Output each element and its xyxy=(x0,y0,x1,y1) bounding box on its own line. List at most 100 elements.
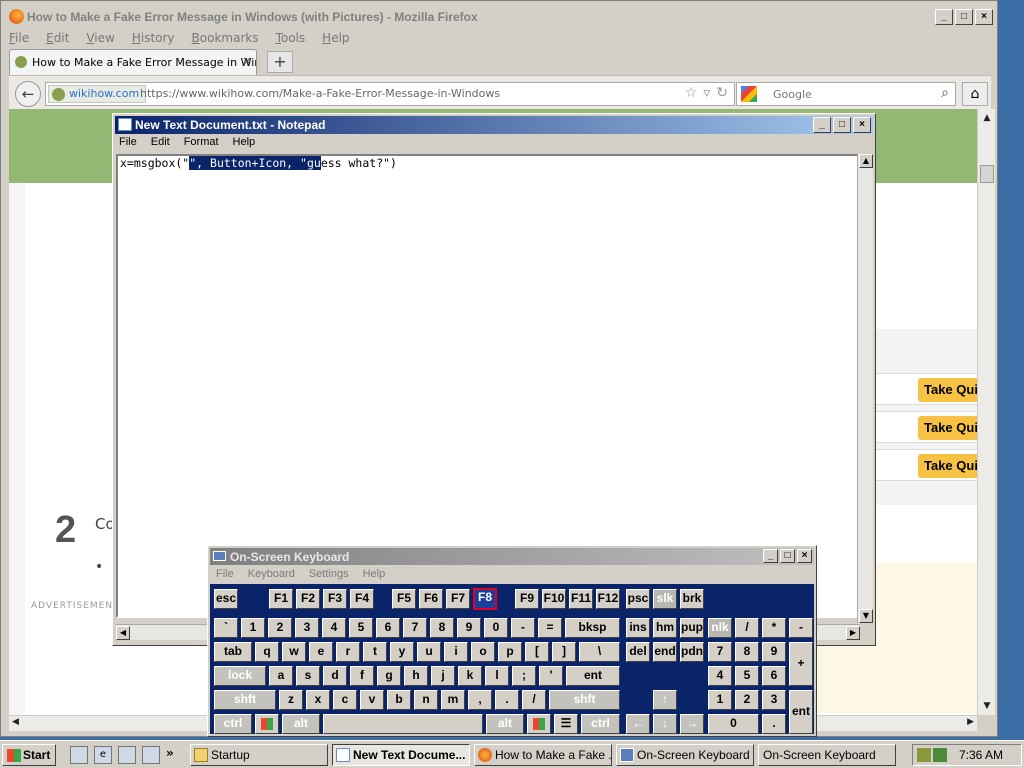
key-n[interactable]: n xyxy=(414,690,438,710)
minimize-icon[interactable]: _ xyxy=(763,549,778,563)
key-numpad-0[interactable]: 0 xyxy=(708,714,759,734)
key-7[interactable]: 7 xyxy=(403,618,427,638)
key-numpad-add[interactable]: + xyxy=(789,642,813,686)
key-b[interactable]: b xyxy=(387,690,411,710)
key-p[interactable]: p xyxy=(498,642,522,662)
key-f3[interactable]: F3 xyxy=(323,589,347,609)
minimize-icon[interactable]: _ xyxy=(813,117,831,133)
scroll-thumb[interactable] xyxy=(980,165,994,183)
scroll-up-icon[interactable]: ▲ xyxy=(859,154,873,168)
key-numpad-2[interactable]: 2 xyxy=(735,690,759,710)
menu-view[interactable]: View xyxy=(86,31,114,47)
key-minus[interactable]: - xyxy=(511,618,535,638)
key-slk[interactable]: slk xyxy=(653,589,677,609)
key-numpad-decimal[interactable]: . xyxy=(762,714,786,734)
quick-launch-more-icon[interactable]: » xyxy=(166,746,174,764)
key-psc[interactable]: psc xyxy=(626,589,650,609)
key-left-alt[interactable]: alt xyxy=(282,714,320,734)
key-up-arrow[interactable]: ↑ xyxy=(653,690,677,710)
key-q[interactable]: q xyxy=(255,642,279,662)
close-icon[interactable]: × xyxy=(853,117,871,133)
explorer-icon[interactable] xyxy=(118,746,136,764)
key-right-ctrl[interactable]: ctrl xyxy=(581,714,620,734)
page-vertical-scrollbar[interactable]: ▲ ▼ xyxy=(977,109,995,715)
url-text[interactable]: https://www.wikihow.com/Make-a-Fake-Erro… xyxy=(140,87,500,100)
menu-edit[interactable]: Edit xyxy=(151,136,170,148)
notepad-vertical-scrollbar[interactable]: ▲ ▼ xyxy=(857,154,873,623)
scroll-left-icon[interactable]: ◀ xyxy=(12,717,19,727)
key-brk[interactable]: brk xyxy=(680,589,704,609)
key-a[interactable]: a xyxy=(269,666,293,686)
scroll-down-icon[interactable]: ▼ xyxy=(980,699,994,713)
key-left-arrow[interactable]: ← xyxy=(626,714,650,734)
key-insert[interactable]: ins xyxy=(626,618,650,638)
key-m[interactable]: m xyxy=(441,690,465,710)
key-f10[interactable]: F10 xyxy=(542,589,566,609)
key-numpad-multiply[interactable]: * xyxy=(762,618,786,638)
key-left-bracket[interactable]: [ xyxy=(525,642,549,662)
key-numpad-5[interactable]: 5 xyxy=(735,666,759,686)
key-f1[interactable]: F1 xyxy=(269,589,293,609)
scroll-right-icon[interactable]: ▶ xyxy=(846,626,860,640)
menu-help[interactable]: Help xyxy=(233,136,256,148)
key-space[interactable] xyxy=(323,714,483,734)
url-bar[interactable]: wikihow.com https://www.wikihow.com/Make… xyxy=(45,82,735,106)
key-t[interactable]: t xyxy=(363,642,387,662)
key-x[interactable]: x xyxy=(306,690,330,710)
tab-close-icon[interactable]: × xyxy=(242,54,252,68)
take-quiz-button[interactable]: Take Quiz xyxy=(918,378,977,402)
key-right-alt[interactable]: alt xyxy=(486,714,524,734)
scroll-up-icon[interactable]: ▲ xyxy=(980,111,994,125)
search-icon[interactable] xyxy=(142,746,160,764)
menu-help[interactable]: Help xyxy=(322,31,349,47)
key-f4[interactable]: F4 xyxy=(350,589,374,609)
key-l[interactable]: l xyxy=(485,666,509,686)
menu-help[interactable]: Help xyxy=(363,568,386,580)
key-o[interactable]: o xyxy=(471,642,495,662)
key-numpad-8[interactable]: 8 xyxy=(735,642,759,662)
key-z[interactable]: z xyxy=(279,690,303,710)
key-left-ctrl[interactable]: ctrl xyxy=(214,714,252,734)
key-esc[interactable]: esc xyxy=(214,589,238,609)
search-bar[interactable]: Google ⌕ xyxy=(736,82,956,106)
taskbar-button-osk-2[interactable]: On-Screen Keyboard xyxy=(758,744,896,766)
key-end[interactable]: end xyxy=(653,642,677,662)
taskbar-button-osk[interactable]: On-Screen Keyboard xyxy=(616,744,754,766)
key-f2[interactable]: F2 xyxy=(296,589,320,609)
taskbar-button-firefox[interactable]: How to Make a Fake ... xyxy=(474,744,612,766)
search-icon[interactable]: ⌕ xyxy=(941,85,949,101)
key-f12[interactable]: F12 xyxy=(596,589,620,609)
key-1[interactable]: 1 xyxy=(241,618,265,638)
osk-title-bar[interactable]: On-Screen Keyboard _ □ × xyxy=(210,548,814,565)
key-c[interactable]: c xyxy=(333,690,357,710)
key-r[interactable]: r xyxy=(336,642,360,662)
key-numpad-3[interactable]: 3 xyxy=(762,690,786,710)
menu-format[interactable]: Format xyxy=(184,136,219,148)
minimize-icon[interactable]: _ xyxy=(935,9,953,25)
key-f5[interactable]: F5 xyxy=(392,589,416,609)
key-comma[interactable]: , xyxy=(468,690,492,710)
key-delete[interactable]: del xyxy=(626,642,650,662)
key-i[interactable]: i xyxy=(444,642,468,662)
key-numpad-enter[interactable]: ent xyxy=(789,690,813,734)
maximize-icon[interactable]: □ xyxy=(833,117,851,133)
key-numpad-1[interactable]: 1 xyxy=(708,690,732,710)
tray-app-icon[interactable] xyxy=(917,748,931,762)
menu-settings[interactable]: Settings xyxy=(309,568,349,580)
notepad-title-bar[interactable]: New Text Document.txt - Notepad _ □ × xyxy=(115,116,873,134)
new-tab-button[interactable]: + xyxy=(267,51,293,73)
menu-file[interactable]: File xyxy=(119,136,137,148)
key-page-up[interactable]: pup xyxy=(680,618,704,638)
key-numpad-9[interactable]: 9 xyxy=(762,642,786,662)
key-period[interactable]: . xyxy=(495,690,519,710)
menu-tools[interactable]: Tools xyxy=(276,31,306,47)
back-icon[interactable]: ← xyxy=(15,81,41,107)
key-numpad-subtract[interactable]: - xyxy=(789,618,813,638)
key-tab[interactable]: tab xyxy=(214,642,252,662)
site-identity[interactable]: wikihow.com xyxy=(48,85,147,103)
menu-key-icon[interactable]: ☰ xyxy=(554,714,578,734)
key-numpad-6[interactable]: 6 xyxy=(762,666,786,686)
key-j[interactable]: j xyxy=(431,666,455,686)
key-v[interactable]: v xyxy=(360,690,384,710)
menu-file[interactable]: File xyxy=(9,31,29,47)
